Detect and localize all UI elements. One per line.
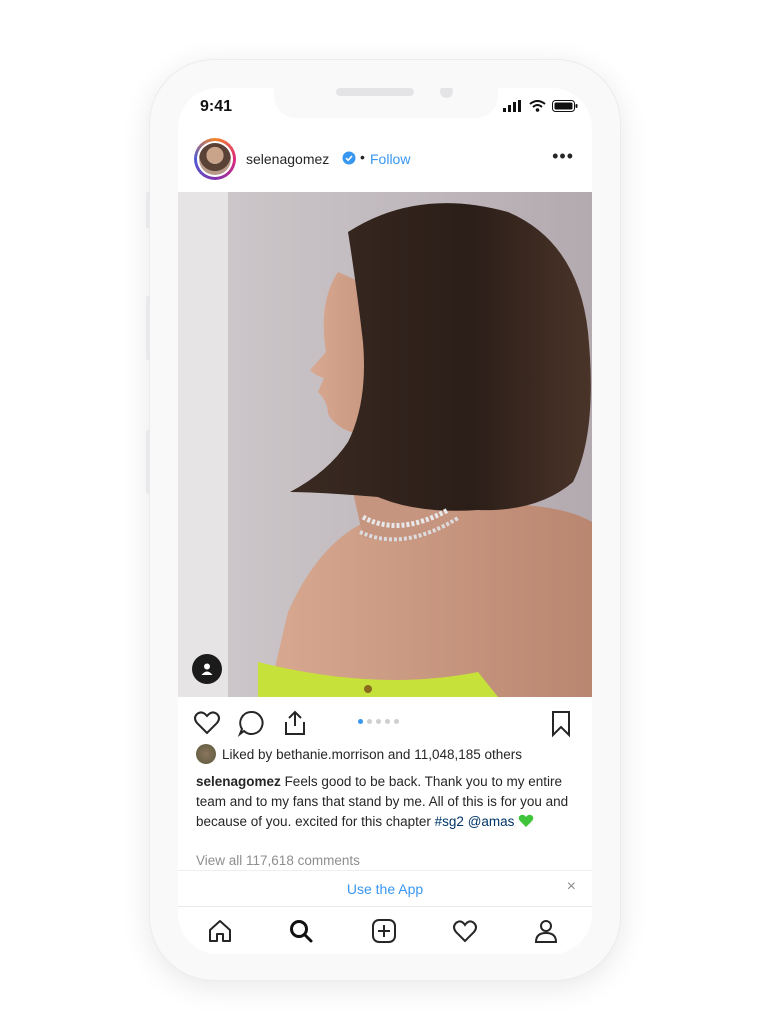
likes-count[interactable]: 11,048,185 — [414, 747, 481, 762]
liker-avatar[interactable] — [196, 744, 216, 764]
notch — [274, 88, 498, 118]
use-app-link[interactable]: Use the App — [178, 881, 592, 897]
post-username[interactable]: selenagomez — [246, 151, 329, 167]
bookmark-icon[interactable] — [546, 708, 576, 738]
view-all-comments-link[interactable]: View all 117,618 comments — [196, 853, 360, 868]
volume-up-button — [146, 296, 150, 360]
caption-hashtag[interactable]: #sg2 — [435, 814, 464, 829]
likes-prefix: Liked by — [222, 746, 273, 762]
likes-text: Liked by bethanie.morrison and 11,048,18… — [222, 747, 522, 762]
carousel-dot — [376, 719, 381, 724]
tab-profile[interactable] — [530, 915, 562, 947]
mute-switch — [146, 192, 150, 228]
wifi-icon — [529, 100, 546, 112]
battery-icon — [552, 100, 578, 112]
new-post-icon — [372, 919, 396, 943]
carousel-indicator — [358, 719, 399, 724]
likes-row: Liked by bethanie.morrison and 11,048,18… — [196, 744, 522, 764]
verified-badge-icon — [342, 151, 356, 165]
post-caption: selenagomez Feels good to be back. Thank… — [196, 772, 580, 832]
portrait-illustration — [178, 192, 592, 697]
separator-dot: • — [360, 149, 365, 165]
home-icon — [209, 920, 231, 942]
post-actions — [178, 700, 592, 744]
green-heart-emoji-icon — [518, 814, 534, 827]
avatar[interactable] — [197, 141, 233, 177]
comment-icon[interactable] — [236, 708, 266, 738]
tab-activity[interactable] — [449, 915, 481, 947]
carousel-dot — [385, 719, 390, 724]
use-app-banner: Use the App × — [178, 870, 592, 907]
carousel-dot — [367, 719, 372, 724]
story-ring[interactable] — [194, 138, 236, 180]
volume-down-button — [146, 430, 150, 494]
status-icons — [503, 100, 578, 112]
speaker — [336, 88, 414, 96]
post-photo[interactable] — [178, 192, 592, 697]
close-banner-icon[interactable]: × — [567, 878, 576, 896]
tab-new-post[interactable] — [368, 915, 400, 947]
tab-search[interactable] — [285, 915, 317, 947]
front-camera — [440, 88, 453, 98]
search-icon — [290, 920, 313, 943]
liker-username[interactable]: bethanie.morrison — [276, 747, 384, 762]
activity-icon — [453, 920, 477, 943]
share-icon[interactable] — [280, 708, 310, 738]
post-header: selenagomez • Follow ••• — [178, 136, 592, 192]
screen: 9:41 selenagomez • Follow ••• Liked by b… — [178, 88, 592, 954]
caption-mention[interactable]: @amas — [468, 814, 515, 829]
tagged-users-button[interactable] — [192, 654, 222, 684]
carousel-dot — [358, 719, 363, 724]
follow-button[interactable]: Follow — [370, 151, 410, 167]
signal-icon — [503, 100, 521, 112]
more-options-icon[interactable]: ••• — [552, 146, 574, 167]
likes-middle: and — [387, 746, 411, 762]
like-heart-icon[interactable] — [192, 708, 222, 738]
caption-username[interactable]: selenagomez — [196, 774, 281, 789]
likes-suffix[interactable]: others — [485, 747, 523, 762]
status-time: 9:41 — [200, 98, 233, 115]
bottom-tab-bar — [178, 906, 592, 954]
carousel-dot — [394, 719, 399, 724]
tab-home[interactable] — [204, 915, 236, 947]
profile-icon — [534, 920, 558, 943]
user-tag-icon — [201, 663, 213, 675]
